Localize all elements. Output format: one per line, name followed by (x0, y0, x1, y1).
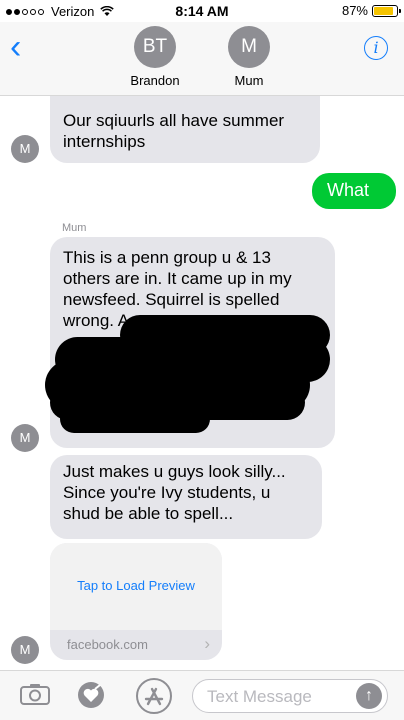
contact-brandon[interactable]: BT Brandon (125, 26, 185, 88)
message-text: Just makes u guys look silly... Since yo… (63, 462, 286, 523)
conversation-header: ‹ BT Brandon M Mum i (0, 22, 404, 96)
contact-mum[interactable]: M Mum (219, 26, 279, 88)
sender-name: Mum (62, 222, 87, 234)
contact-avatar: BT (134, 26, 176, 68)
info-icon[interactable]: i (364, 36, 388, 60)
chevron-left-icon[interactable]: ‹ (10, 30, 21, 64)
link-preview[interactable]: Tap to Load Preview facebook.com › (50, 543, 222, 660)
redaction-scribble (60, 405, 210, 433)
status-right: 87% (341, 3, 401, 18)
message-input-bar: Text Message ↑ (0, 670, 404, 720)
battery-level (374, 6, 394, 15)
app-store-icon[interactable] (135, 677, 173, 715)
contact-name: Brandon (130, 73, 180, 88)
message-text: Our sqiuurls all have summer internships (63, 111, 285, 151)
contact-name: Mum (234, 73, 264, 88)
contact-avatar: M (228, 26, 270, 68)
send-icon[interactable]: ↑ (356, 683, 382, 709)
message-bubble-incoming[interactable]: Our sqiuurls all have summer internships (50, 96, 320, 163)
camera-icon[interactable] (20, 683, 50, 705)
link-preview-footer[interactable]: facebook.com › (50, 630, 222, 660)
link-preview-body[interactable]: Tap to Load Preview (50, 543, 222, 630)
status-bar: Verizon 8:14 AM 87% (0, 0, 404, 22)
message-input[interactable]: Text Message ↑ (192, 679, 388, 713)
message-bubble-incoming[interactable]: Just makes u guys look silly... Since yo… (50, 455, 322, 539)
message-text: What (327, 180, 370, 200)
tap-to-load-preview[interactable]: Tap to Load Preview (50, 578, 222, 593)
sender-avatar: M (11, 636, 39, 664)
battery-percent: 87% (341, 3, 368, 18)
battery-icon (372, 4, 401, 17)
digital-touch-icon[interactable] (77, 681, 105, 709)
sender-avatar: M (11, 135, 39, 163)
message-bubble-outgoing[interactable]: What (312, 173, 396, 209)
link-domain: facebook.com (67, 637, 148, 652)
sender-avatar: M (11, 424, 39, 452)
chevron-right-icon: › (204, 634, 210, 653)
message-input-placeholder: Text Message (207, 687, 312, 706)
